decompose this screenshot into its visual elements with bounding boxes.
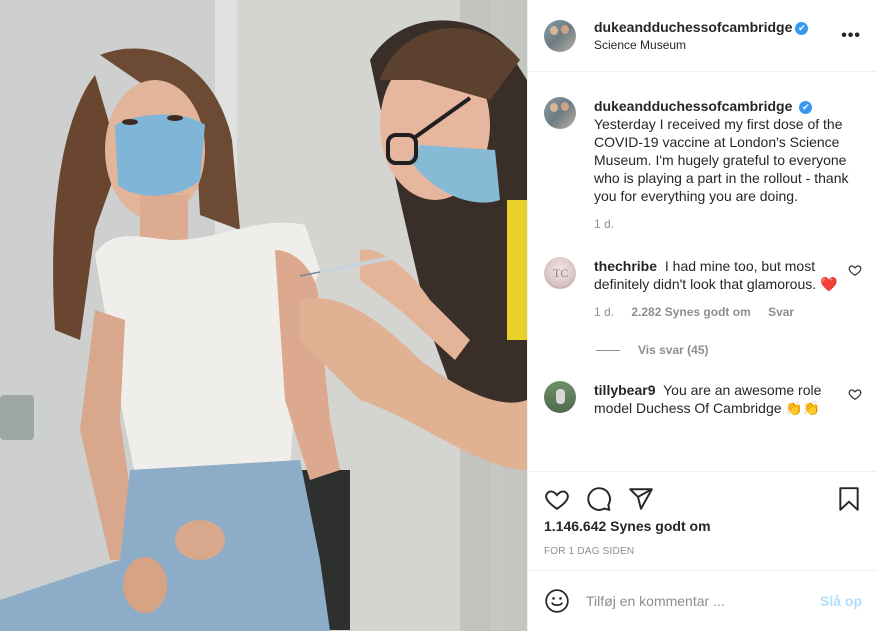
- caption-age[interactable]: 1 d.: [594, 217, 614, 231]
- caption-username[interactable]: dukeandduchessofcambridge: [594, 98, 792, 114]
- bookmark-icon[interactable]: [836, 486, 862, 512]
- post-likes-count[interactable]: 1.146.642 Synes godt om: [544, 518, 862, 534]
- comment-likes[interactable]: 2.282 Synes godt om: [631, 305, 750, 319]
- post-photo[interactable]: [0, 0, 527, 631]
- commenter-username[interactable]: thechribe: [594, 258, 657, 274]
- caption: dukeandduchessofcambridge ✔ Yesterday I r…: [544, 97, 862, 233]
- caption-avatar[interactable]: [544, 97, 576, 129]
- emoji-clap-icon: 👏👏: [785, 400, 821, 416]
- commenter-avatar[interactable]: [544, 381, 576, 413]
- post-time-ago[interactable]: FOR 1 DAG SIDEN: [544, 546, 862, 557]
- view-replies-button[interactable]: Vis svar (45): [596, 343, 862, 357]
- add-comment-bar: Slå op: [528, 570, 877, 631]
- post-location[interactable]: Science Museum: [594, 38, 841, 52]
- author-username[interactable]: dukeandduchessofcambridge: [594, 19, 792, 35]
- commenter-username[interactable]: tillybear9: [594, 382, 655, 398]
- post-comment-button[interactable]: Slå op: [820, 593, 862, 609]
- post-header: dukeandduchessofcambridge ✔ Science Museu…: [528, 0, 877, 72]
- vaccination-photo: [0, 0, 527, 631]
- comment-body: tillybear9 You are an awesome role model…: [594, 381, 848, 417]
- verified-badge-icon: ✔: [795, 22, 809, 35]
- comment-input[interactable]: [586, 593, 820, 609]
- caption-body: dukeandduchessofcambridge ✔ Yesterday I r…: [594, 97, 862, 233]
- comment-icon[interactable]: [586, 486, 612, 512]
- view-replies-label[interactable]: Vis svar (45): [638, 343, 709, 357]
- comment-item: tillybear9 You are an awesome role model…: [544, 381, 862, 417]
- replies-divider: [596, 349, 620, 351]
- more-options-icon[interactable]: •••: [841, 27, 861, 45]
- comment-age[interactable]: 1 d.: [594, 305, 614, 319]
- heart-icon[interactable]: [544, 486, 570, 512]
- like-comment-heart-icon[interactable]: [848, 263, 862, 277]
- emoji-picker-icon[interactable]: [544, 588, 570, 614]
- emoji-heart-icon: ❤️: [820, 276, 838, 292]
- reply-button[interactable]: Svar: [768, 305, 794, 319]
- comment-item: TC thechribe I had mine too, but most de…: [544, 257, 862, 321]
- author-info: dukeandduchessofcambridge ✔ Science Museu…: [594, 19, 841, 52]
- caption-meta: 1 d.: [594, 215, 862, 233]
- commenter-avatar[interactable]: TC: [544, 257, 576, 289]
- post-sidebar: dukeandduchessofcambridge ✔ Science Museu…: [527, 0, 877, 631]
- share-icon[interactable]: [628, 486, 654, 512]
- comment-meta: 1 d. 2.282 Synes godt om Svar: [594, 303, 848, 321]
- caption-text: Yesterday I received my first dose of th…: [594, 116, 849, 204]
- comments-list[interactable]: dukeandduchessofcambridge ✔ Yesterday I r…: [528, 73, 877, 471]
- like-comment-heart-icon[interactable]: [848, 387, 862, 401]
- verified-badge-icon: ✔: [799, 101, 813, 114]
- instagram-post: dukeandduchessofcambridge ✔ Science Museu…: [0, 0, 877, 631]
- author-avatar[interactable]: [544, 19, 576, 52]
- post-actions: 1.146.642 Synes godt om FOR 1 DAG SIDEN: [528, 471, 877, 557]
- comment-body: thechribe I had mine too, but most defin…: [594, 257, 848, 321]
